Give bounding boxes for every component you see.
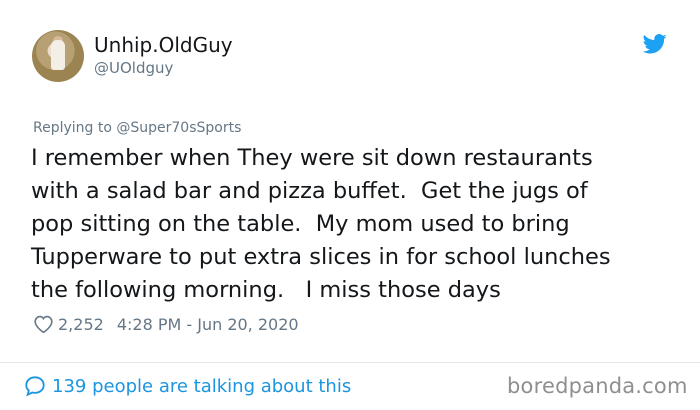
timestamp[interactable]: 4:28 PM - Jun 20, 2020 [117, 315, 299, 334]
replying-to[interactable]: Replying to @Super70sSports [33, 120, 241, 136]
avatar[interactable] [32, 30, 84, 82]
twitter-bird-icon[interactable] [643, 34, 667, 54]
tweet-meta: 2,252 4:28 PM - Jun 20, 2020 [33, 313, 299, 335]
brand-watermark: boredpanda.com [507, 374, 688, 398]
tweet-text: I remember when They were sit down resta… [31, 145, 611, 303]
author-handle[interactable]: @UOldguy [94, 59, 173, 77]
comment-bubble-icon [25, 376, 45, 397]
author-name[interactable]: Unhip.OldGuy [94, 33, 233, 57]
divider [0, 362, 700, 363]
talking-link[interactable]: 139 people are talking about this [24, 374, 351, 398]
talking-text: 139 people are talking about this [52, 375, 352, 397]
like-count: 2,252 [58, 314, 104, 334]
heart-icon[interactable] [33, 314, 54, 334]
avatar-figure [51, 40, 65, 70]
